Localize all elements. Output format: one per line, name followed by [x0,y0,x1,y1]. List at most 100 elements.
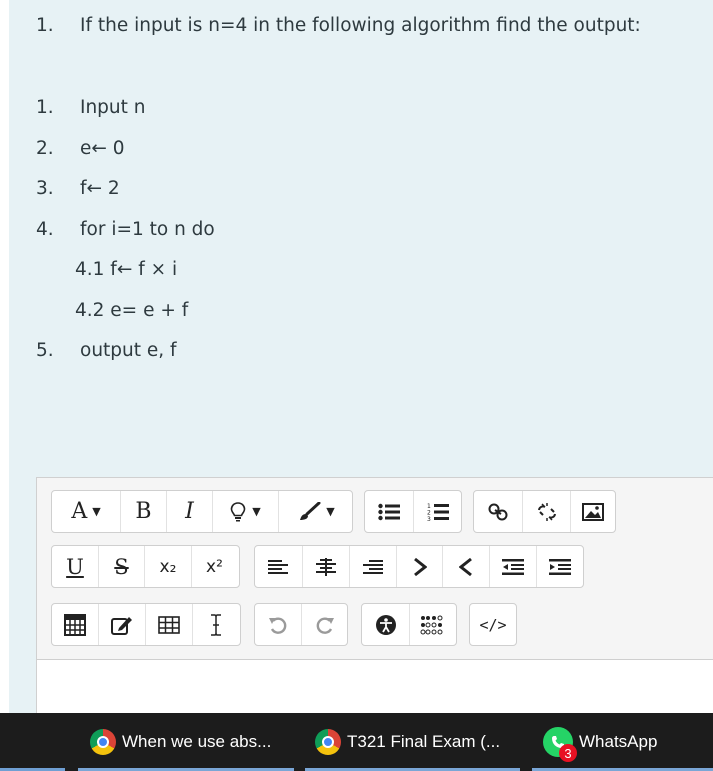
unordered-list-button[interactable] [365,491,413,532]
italic-label: I [185,499,194,524]
image-icon [582,502,604,521]
bold-button[interactable]: B [120,491,166,532]
chevron-down-icon: ▼ [252,505,261,518]
braille-icon [420,615,443,634]
superscript-label: x² [206,556,223,577]
question-text: If the input is n=4 in the following alg… [80,15,641,36]
subscript-button[interactable]: x₂ [144,546,191,587]
calculator-icon [64,613,86,636]
styles-button[interactable]: ▼ [212,491,278,532]
chevron-down-icon: ▼ [326,505,335,518]
svg-text:3: 3 [427,516,431,522]
taskbar-item-chrome-1[interactable]: When we use abs... [78,713,294,771]
html-label: </> [479,615,507,634]
strikethrough-label: S [114,554,129,579]
align-right-button[interactable] [348,546,396,587]
screenreader-helper-button[interactable] [409,604,456,645]
chevron-down-icon: ▼ [92,505,101,518]
rich-text-editor: A ▼ B I ▼ ▼ 1 2 3 U S x₂ x² </> [36,477,713,719]
align-left-button[interactable] [255,546,302,587]
subscript-label: x₂ [159,556,177,577]
redo-button[interactable] [301,604,347,645]
table-button[interactable] [145,604,192,645]
step-text: output e, f [80,340,177,361]
accessibility-checker-button[interactable] [362,604,409,645]
step-number: 5. [36,340,54,361]
toolbar-group-accessibility [361,603,457,646]
page: 1. If the input is n=4 in the following … [0,0,713,771]
step-number: 4. [36,219,54,240]
align-right-icon [362,559,383,574]
numbered-list-icon: 1 2 3 [427,503,449,522]
toolbar-group-links [473,490,616,533]
taskbar-item-chrome-2[interactable]: T321 Final Exam (... [305,713,520,771]
undo-icon [269,617,287,634]
toolbar-group-lists: 1 2 3 [364,490,462,533]
redo-icon [316,617,334,634]
outdent-button[interactable] [489,546,536,587]
chevron-right-icon [413,557,427,576]
paintbrush-icon [300,501,321,520]
chrome-icon [315,729,341,755]
edit-button[interactable] [98,604,145,645]
lightbulb-icon [230,501,246,521]
superscript-button[interactable]: x² [191,546,237,587]
taskbar-item-label: When we use abs... [122,732,272,751]
align-center-icon [315,557,336,576]
underline-button[interactable]: U [52,546,98,587]
strikethrough-button[interactable]: S [98,546,144,587]
toolbar-group-textstyle: U S x₂ x² [51,545,240,588]
link-button[interactable] [474,491,522,532]
image-button[interactable] [570,491,615,532]
taskbar-item-label: T321 Final Exam (... [347,732,501,751]
outdent-icon [502,558,525,575]
step-number: 2. [36,138,54,159]
clear-formatting-button[interactable] [192,604,238,645]
question-number: 1. [36,15,54,36]
editor-content-area[interactable] [37,659,713,719]
accessibility-icon [375,614,396,635]
link-icon [488,503,508,520]
substep-text: 4.1 f← f × i [75,259,178,280]
table-icon [158,615,180,634]
toolbar-group-format: A ▼ B I ▼ ▼ [51,490,353,533]
toolbar-group-history [254,603,348,646]
step-text: for i=1 to n do [80,219,215,240]
step-number: 1. [36,97,54,118]
font-label: A [71,499,88,524]
toolbar-group-align [254,545,584,588]
underline-label: U [66,554,84,579]
step-text: Input n [80,97,146,118]
chevron-left-icon [459,557,473,576]
taskbar-item-whatsapp[interactable]: 3 WhatsApp [532,713,713,771]
ordered-list-button[interactable]: 1 2 3 [413,491,461,532]
font-menu-button[interactable]: A ▼ [52,491,120,532]
equation-button[interactable] [52,604,98,645]
step-number: 3. [36,178,54,199]
taskbar-item-label: WhatsApp [579,732,658,751]
substep-text: 4.2 e= e + f [75,300,189,321]
whatsapp-icon: 3 [543,727,577,762]
unlink-button[interactable] [522,491,570,532]
bold-label: B [135,499,152,524]
align-center-button[interactable] [301,546,349,587]
undo-button[interactable] [255,604,301,645]
html-source-button[interactable]: </> [470,604,516,645]
italic-button[interactable]: I [166,491,212,532]
toolbar-group-html: </> [469,603,517,646]
chrome-icon [90,729,116,755]
step-text: e← 0 [80,138,125,159]
text-color-button[interactable]: ▼ [278,491,352,532]
indent-button[interactable] [536,546,583,587]
text-cursor-icon [210,613,221,636]
toolbar-group-insert [51,603,241,646]
step-text: f← 2 [80,178,120,199]
pencil-square-icon [111,616,132,635]
notification-badge: 3 [559,744,577,762]
unlink-icon [537,502,556,521]
rtl-button[interactable] [442,546,489,587]
taskbar: When we use abs... T321 Final Exam (... … [0,713,713,771]
bullet-list-icon [378,503,400,520]
ltr-button[interactable] [395,546,443,587]
align-left-icon [268,559,289,574]
